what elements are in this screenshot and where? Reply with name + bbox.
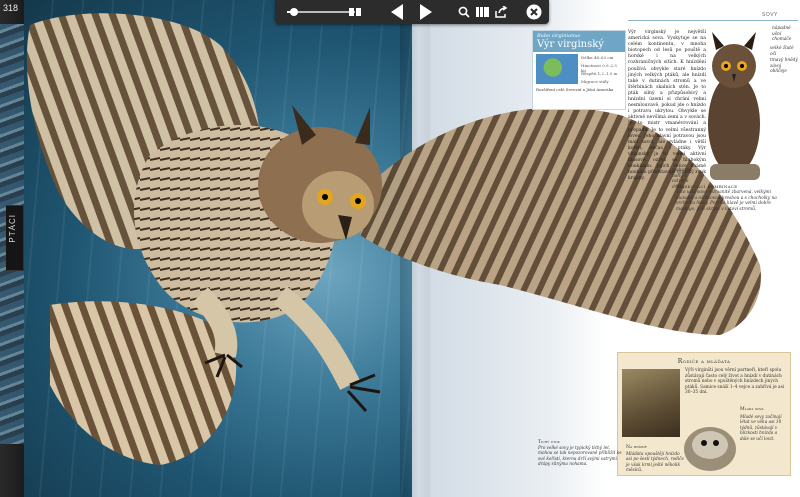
chick-caption-title: Na hnízdě bbox=[626, 445, 647, 450]
page-thumbnails-button[interactable] bbox=[347, 2, 363, 22]
library-button[interactable] bbox=[474, 2, 490, 22]
young-owl-caption-text: Mladé sovy začínají létat ve věku asi 10… bbox=[740, 414, 782, 441]
article-body-text: Výr virginský je největší americká sova.… bbox=[628, 30, 707, 182]
share-icon bbox=[494, 6, 507, 18]
owl-caption-eyes: velké žluté oči bbox=[770, 46, 794, 57]
owl-caption-ears: nápadné ušní chomáče bbox=[772, 26, 792, 42]
silent-attack-caption: Tichý útok Pro velké sovy je typický tic… bbox=[538, 440, 624, 467]
family-box-title: Rodiče a mláďata bbox=[677, 358, 731, 365]
close-icon bbox=[526, 4, 542, 20]
double-page-icon bbox=[349, 8, 361, 16]
perched-owl-image bbox=[708, 32, 760, 180]
species-info-box: Bubo virginianus Výr virginský Délka 46–… bbox=[532, 30, 626, 110]
triangle-left-icon bbox=[391, 4, 403, 20]
reader-toolbar bbox=[275, 0, 549, 24]
triangle-right-icon bbox=[420, 4, 432, 20]
running-head: SOVY bbox=[762, 12, 778, 18]
close-button[interactable] bbox=[525, 2, 543, 22]
silent-attack-text: Pro velké sovy je typický tichý let, moh… bbox=[538, 445, 622, 467]
info-box-header: Bubo virginianus Výr virginský bbox=[533, 31, 625, 52]
next-page-button[interactable] bbox=[416, 2, 436, 22]
book-viewer: 318 PTÁCI SOVY Bubo virginianus Výr virg… bbox=[0, 0, 800, 497]
owl-caption-face: tmavý hnědý závoj obličeje bbox=[770, 58, 798, 74]
species-title: Výr virginský bbox=[537, 39, 604, 50]
camouflage-caption: Maskovací kombinace Tato ušlá sova rozma… bbox=[676, 184, 788, 212]
young-owl-caption-title: Mladá sova bbox=[740, 407, 764, 412]
info-row: Migrace stálý bbox=[581, 79, 609, 84]
family-box-text: Výři virginští jsou věrní partneři, kteř… bbox=[685, 368, 785, 396]
page-slider[interactable] bbox=[287, 8, 355, 16]
page-number: 318 bbox=[3, 3, 19, 13]
range-legend: Rozšíření celé Severní a Jižní Amerika bbox=[536, 87, 614, 92]
chick-caption-text: Mláďata opouštějí hnízdo asi po šesti tý… bbox=[626, 451, 684, 473]
share-button[interactable] bbox=[493, 2, 509, 22]
info-row: Rozpětí 1,2–1,5 m bbox=[581, 71, 618, 76]
previous-page-button[interactable] bbox=[387, 2, 407, 22]
search-button[interactable] bbox=[457, 2, 471, 22]
nest-photo bbox=[622, 369, 680, 437]
camouflage-text: Tato ušlá sova rozmanitě zbarvená, velký… bbox=[676, 190, 777, 212]
parents-young-box: Rodiče a mláďata Výři virginští jsou věr… bbox=[617, 352, 791, 476]
page-slider-knob[interactable] bbox=[289, 8, 298, 16]
books-icon bbox=[475, 7, 489, 17]
section-tab-label: PTÁCI bbox=[8, 214, 17, 243]
info-row: Délka 46–63 cm bbox=[581, 55, 614, 60]
header-rule bbox=[628, 20, 798, 21]
young-owl-image bbox=[684, 427, 736, 471]
range-map bbox=[536, 54, 578, 84]
search-icon bbox=[458, 6, 470, 18]
